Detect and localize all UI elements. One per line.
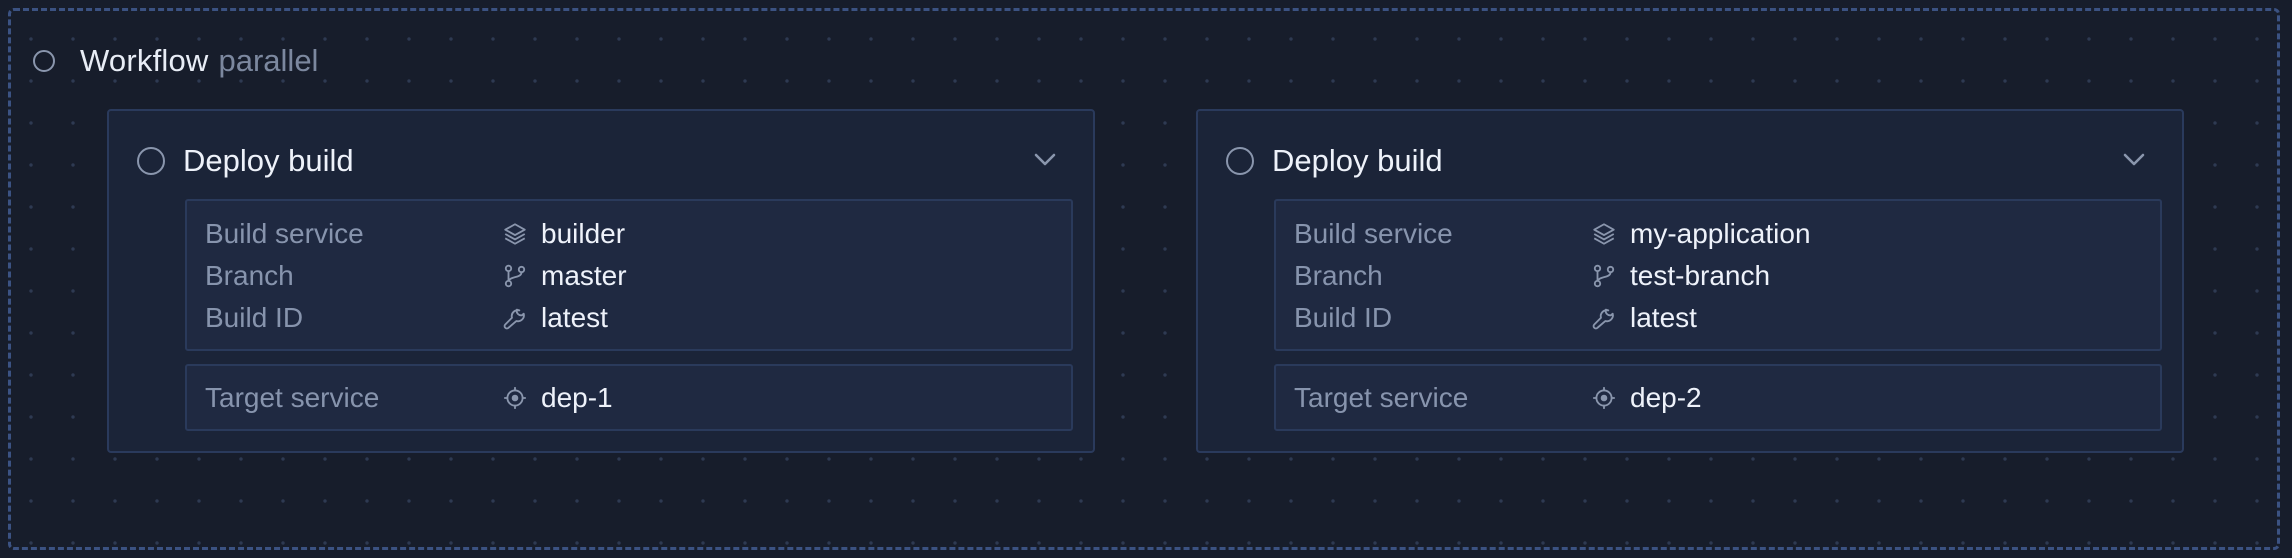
workflow-group: Workflow parallel Deploy build Build ser… bbox=[8, 8, 2280, 550]
detail-label: Build ID bbox=[205, 302, 304, 333]
workflow-status-icon bbox=[33, 50, 55, 72]
detail-value: latest bbox=[541, 302, 608, 333]
target-service-panel: Target service dep-1 bbox=[185, 364, 1073, 431]
step-status-icon bbox=[1226, 147, 1254, 175]
step-header: Deploy build bbox=[1226, 141, 1443, 181]
target-service-panel: Target service dep-2 bbox=[1274, 364, 2162, 431]
step-card-1[interactable]: Deploy build Build service builder Branc… bbox=[107, 109, 1095, 453]
detail-value: master bbox=[541, 260, 627, 291]
detail-row-build-id: Build ID latest bbox=[205, 297, 608, 339]
detail-row-target-service: Target service dep-2 bbox=[1294, 377, 1702, 419]
detail-label: Branch bbox=[205, 260, 294, 291]
detail-row-build-service: Build service my-application bbox=[1294, 213, 1811, 255]
detail-label: Build ID bbox=[1294, 302, 1393, 333]
build-details-panel: Build service builder Branch master Buil… bbox=[185, 199, 1073, 351]
detail-value: builder bbox=[541, 218, 626, 249]
layers-icon bbox=[1590, 220, 1618, 248]
build-details-panel: Build service my-application Branch test… bbox=[1274, 199, 2162, 351]
wrench-icon bbox=[1590, 304, 1618, 332]
workflow-header: Workflow parallel bbox=[33, 41, 318, 81]
detail-value: test-branch bbox=[1630, 260, 1771, 291]
git-branch-icon bbox=[501, 262, 529, 290]
chevron-down-icon[interactable] bbox=[1033, 151, 1057, 169]
layers-icon bbox=[501, 220, 529, 248]
detail-value: latest bbox=[1630, 302, 1697, 333]
step-card-2[interactable]: Deploy build Build service my-applicatio… bbox=[1196, 109, 2184, 453]
wrench-icon bbox=[501, 304, 529, 332]
detail-value: my-application bbox=[1630, 218, 1811, 249]
detail-value: dep-1 bbox=[541, 382, 613, 413]
step-title: Deploy build bbox=[183, 143, 354, 178]
chevron-down-icon[interactable] bbox=[2122, 151, 2146, 169]
workflow-title: Workflow bbox=[80, 43, 209, 78]
detail-label: Build service bbox=[205, 218, 364, 249]
detail-row-build-id: Build ID latest bbox=[1294, 297, 1697, 339]
detail-label: Branch bbox=[1294, 260, 1383, 291]
step-status-icon bbox=[137, 147, 165, 175]
detail-label: Target service bbox=[1294, 382, 1469, 413]
detail-label: Target service bbox=[205, 382, 380, 413]
crosshair-icon bbox=[501, 384, 529, 412]
detail-row-build-service: Build service builder bbox=[205, 213, 625, 255]
workflow-canvas: Workflow parallel Deploy build Build ser… bbox=[0, 0, 2292, 558]
detail-label: Build service bbox=[1294, 218, 1453, 249]
step-title: Deploy build bbox=[1272, 143, 1443, 178]
detail-row-branch: Branch test-branch bbox=[1294, 255, 1770, 297]
git-branch-icon bbox=[1590, 262, 1618, 290]
detail-row-target-service: Target service dep-1 bbox=[205, 377, 613, 419]
step-header: Deploy build bbox=[137, 141, 354, 181]
detail-value: dep-2 bbox=[1630, 382, 1702, 413]
workflow-mode: parallel bbox=[218, 43, 319, 78]
detail-row-branch: Branch master bbox=[205, 255, 627, 297]
crosshair-icon bbox=[1590, 384, 1618, 412]
